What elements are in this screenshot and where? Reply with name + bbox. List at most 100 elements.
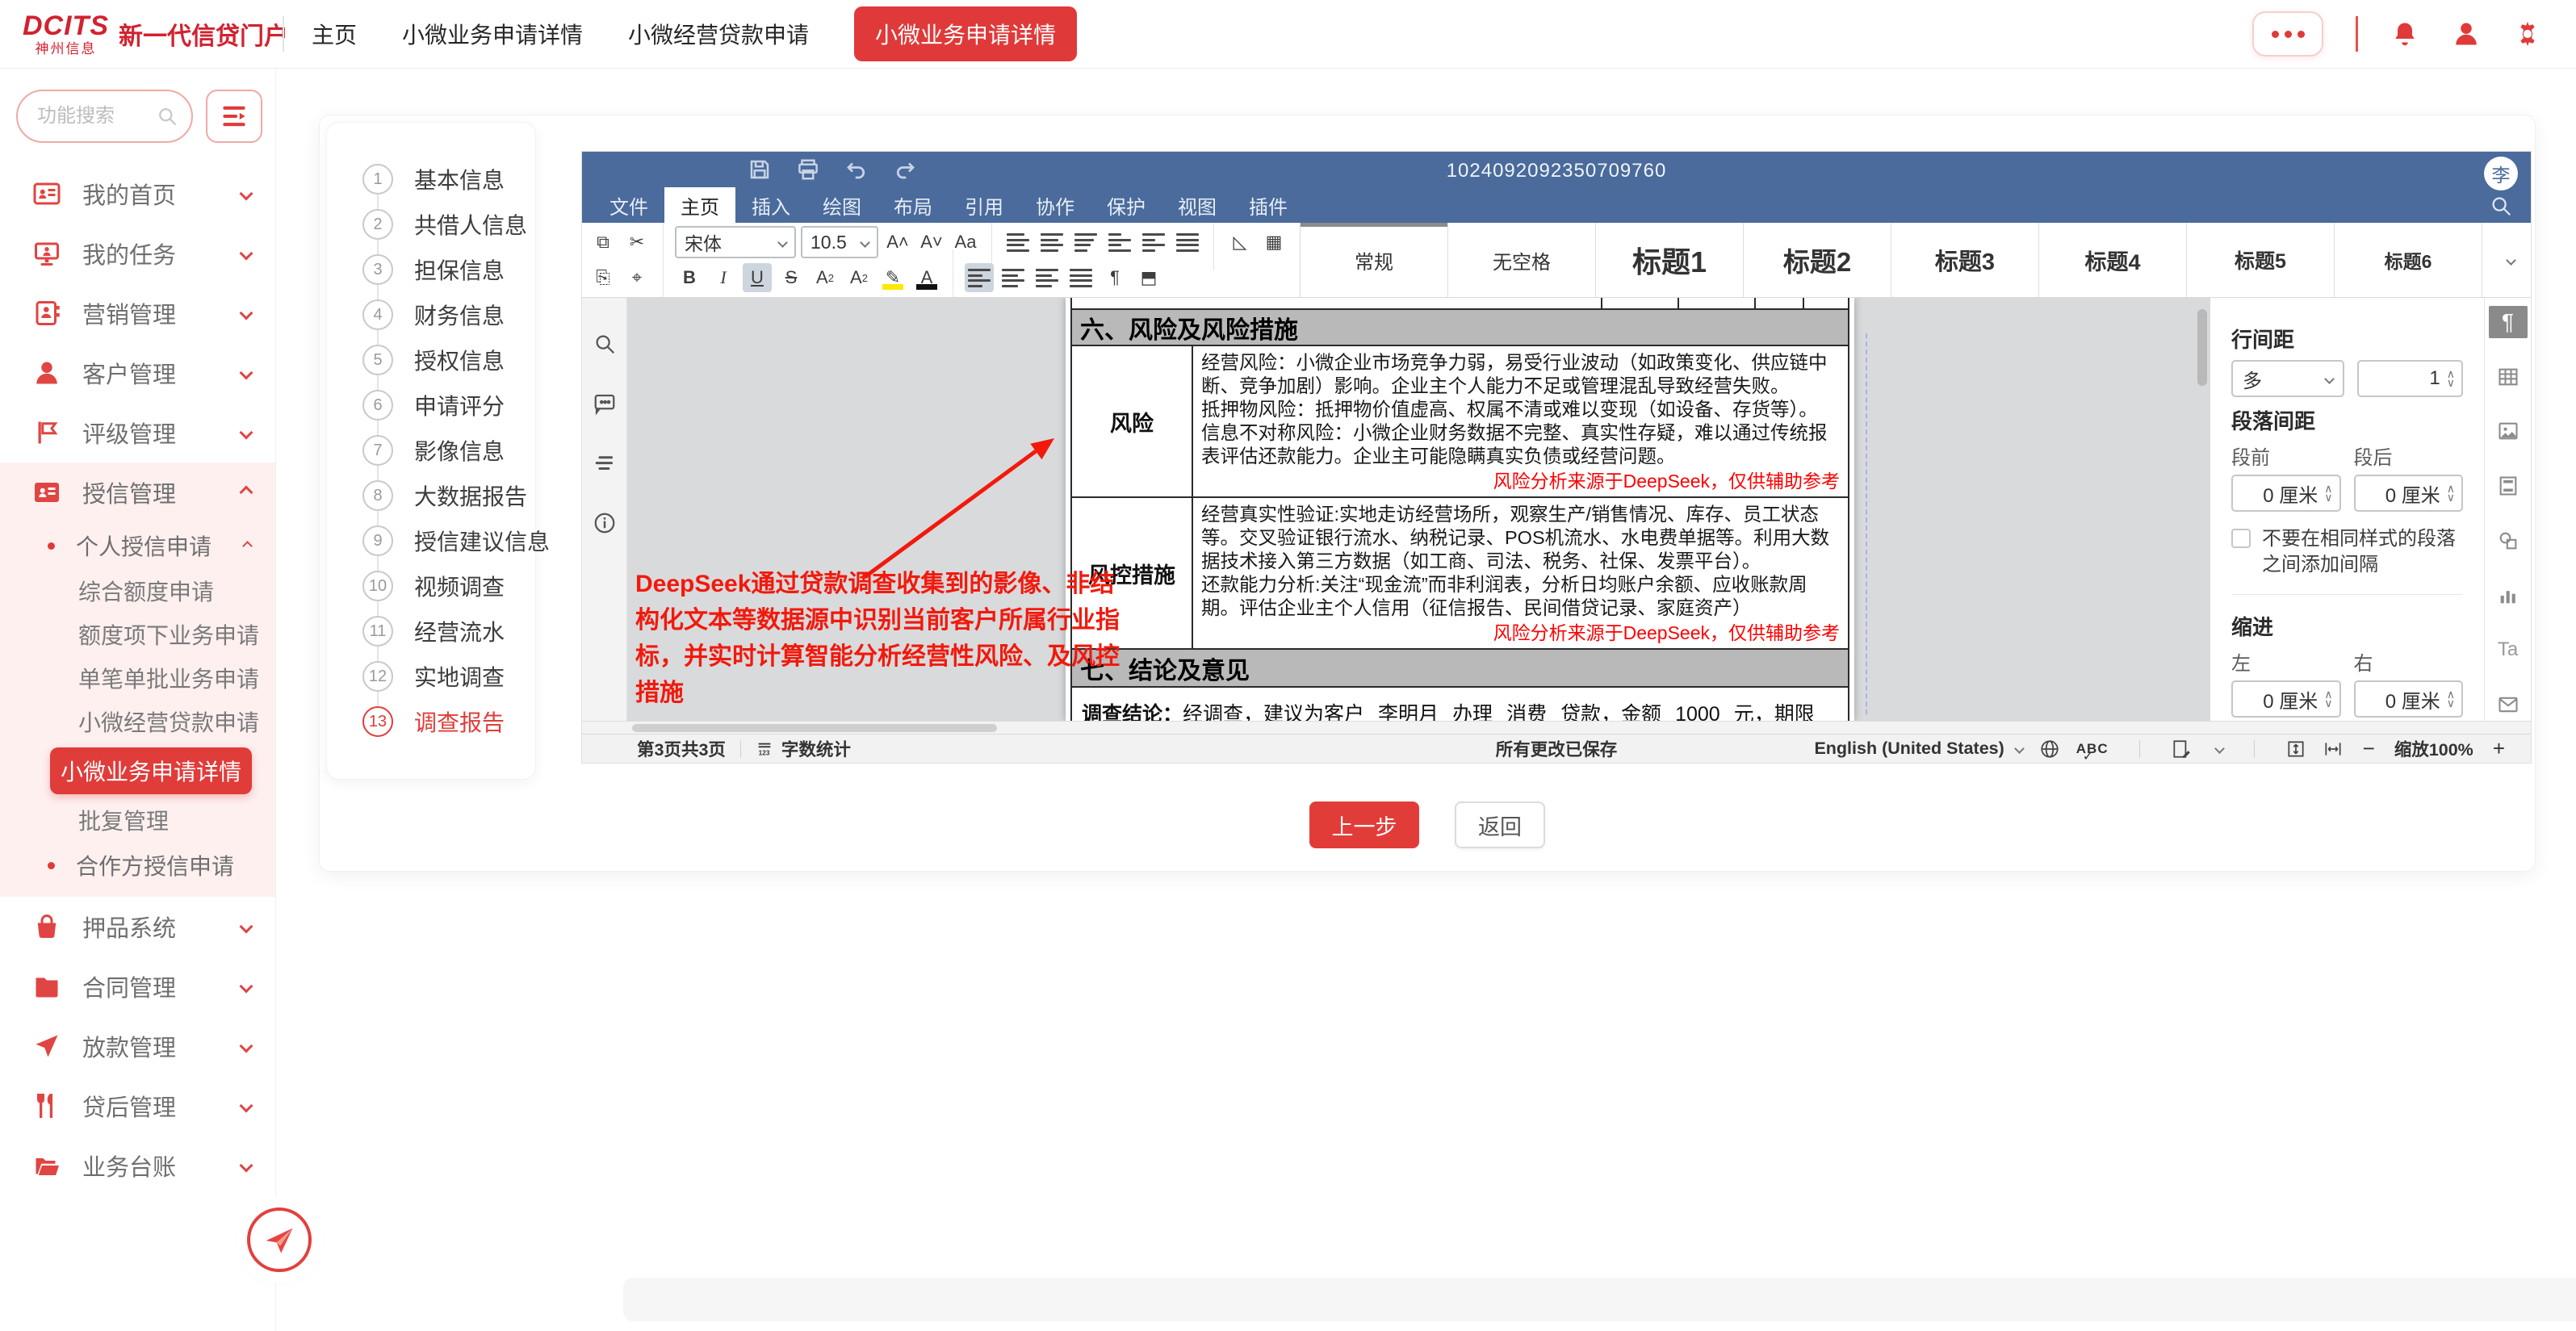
sidebar-item-业务台账[interactable]: 业务台账: [0, 1136, 275, 1195]
sidebar-item-客户管理[interactable]: 客户管理: [0, 343, 275, 403]
numbered-list-icon[interactable]: [1037, 228, 1066, 257]
step-2[interactable]: 2共借人信息: [362, 202, 535, 247]
top-tab-2[interactable]: 小微经营贷款申请: [628, 18, 809, 50]
step-7[interactable]: 7影像信息: [362, 428, 535, 473]
step-3[interactable]: 3担保信息: [362, 247, 535, 292]
comments-icon[interactable]: [593, 391, 617, 416]
editor-tab-保护[interactable]: 保护: [1091, 187, 1162, 223]
style-标题2[interactable]: 标题2: [1744, 223, 1891, 297]
multilevel-list-icon[interactable]: [1071, 228, 1100, 257]
step-8[interactable]: 8大数据报告: [362, 473, 535, 518]
step-13[interactable]: 13调查报告: [362, 699, 535, 744]
sidebar-item-贷后管理[interactable]: 贷后管理: [0, 1076, 275, 1136]
editor-tab-视图[interactable]: 视图: [1162, 187, 1233, 223]
image-panel-tab[interactable]: [2489, 416, 2528, 448]
table-panel-tab[interactable]: [2489, 361, 2528, 393]
line-spacing-icon[interactable]: [1173, 228, 1202, 257]
print-icon[interactable]: [796, 157, 820, 182]
bold-icon[interactable]: B: [675, 263, 704, 292]
editor-tab-插入[interactable]: 插入: [735, 187, 806, 223]
step-12[interactable]: 12实地调查: [362, 654, 535, 699]
step-6[interactable]: 6申请评分: [362, 383, 535, 428]
subscript-icon[interactable]: A2: [844, 263, 873, 292]
horizontal-scrollbar[interactable]: [582, 721, 2531, 734]
back-button[interactable]: 返回: [1455, 802, 1545, 848]
step-1[interactable]: 1基本信息: [362, 157, 535, 202]
style-标题4[interactable]: 标题4: [2039, 223, 2187, 297]
editor-search-icon[interactable]: [2489, 194, 2513, 218]
change-case-icon[interactable]: Aa: [951, 228, 980, 257]
decrease-indent-icon[interactable]: [1105, 228, 1134, 257]
zoom-out-button[interactable]: −: [2360, 736, 2378, 761]
font-color-icon[interactable]: A: [912, 263, 941, 292]
bullet-list-icon[interactable]: [1003, 228, 1032, 257]
spellcheck-icon[interactable]: ABC: [2076, 741, 2109, 757]
fit-page-icon[interactable]: [2285, 739, 2306, 760]
zoom-in-button[interactable]: +: [2490, 736, 2508, 761]
editor-tab-协作[interactable]: 协作: [1020, 187, 1091, 223]
align-center-icon[interactable]: [999, 263, 1028, 292]
editor-tab-引用[interactable]: 引用: [949, 187, 1020, 223]
sidebar-leaf-额度项下业务申请[interactable]: 额度项下业务申请: [0, 613, 275, 656]
select-icon[interactable]: ⌖: [622, 263, 651, 292]
step-11[interactable]: 11经营流水: [362, 609, 535, 654]
strikethrough-icon[interactable]: S: [777, 263, 806, 292]
sidebar-subitem-个人授信申请[interactable]: 个人授信申请: [0, 522, 275, 569]
sidebar-item-授信管理[interactable]: 授信管理: [0, 463, 275, 522]
save-icon[interactable]: [748, 157, 772, 182]
edit-mode-icon[interactable]: [2171, 739, 2192, 760]
sidebar-item-押品系统[interactable]: 押品系统: [0, 897, 275, 956]
vertical-scrollbar[interactable]: [2197, 303, 2207, 713]
editor-avatar[interactable]: 李: [2484, 157, 2518, 190]
editor-tab-绘图[interactable]: 绘图: [806, 187, 878, 223]
superscript-icon[interactable]: A2: [810, 263, 840, 292]
sidebar-item-我的任务[interactable]: 我的任务: [0, 224, 275, 283]
top-tab-0[interactable]: 主页: [312, 18, 357, 50]
align-right-icon[interactable]: [1032, 263, 1062, 292]
sidebar-leaf-综合额度申请[interactable]: 综合额度申请: [0, 569, 275, 613]
line-spacing-select[interactable]: 多: [2231, 360, 2344, 397]
line-spacing-value[interactable]: 1∧∨: [2357, 360, 2464, 397]
settings-gear-icon[interactable]: [2513, 19, 2542, 48]
sidebar-leaf-小微业务申请详情[interactable]: 小微业务申请详情: [50, 747, 252, 794]
style-无空格[interactable]: 无空格: [1448, 223, 1596, 297]
more-actions-button[interactable]: [2252, 11, 2323, 57]
menu-collapse-button[interactable]: [206, 90, 262, 143]
shapes-panel-tab[interactable]: [2489, 525, 2528, 557]
clear-format-icon[interactable]: ◺: [1225, 228, 1254, 257]
sidebar-subitem-合作方授信申请[interactable]: 合作方授信申请: [0, 842, 275, 889]
style-标题5[interactable]: 标题5: [2187, 223, 2335, 297]
editor-tab-布局[interactable]: 布局: [878, 187, 949, 223]
redo-icon[interactable]: [893, 157, 917, 182]
outline-icon[interactable]: [593, 451, 617, 475]
editor-tab-主页[interactable]: 主页: [664, 187, 735, 223]
spacing-after-input[interactable]: 0 厘米∧∨: [2354, 475, 2464, 512]
cut-icon[interactable]: ✂: [622, 228, 651, 257]
word-count-button[interactable]: 123 字数统计: [756, 736, 851, 761]
increase-font-icon[interactable]: A˄: [883, 228, 912, 257]
italic-icon[interactable]: I: [709, 263, 738, 292]
sidebar-leaf-小微经营贷款申请[interactable]: 小微经营贷款申请: [0, 700, 275, 743]
style-gallery-more[interactable]: [2482, 223, 2531, 297]
indent-right-input[interactable]: 0 厘米∧∨: [2354, 680, 2464, 718]
step-5[interactable]: 5授权信息: [362, 337, 535, 383]
style-标题1[interactable]: 标题1: [1596, 223, 1744, 297]
find-icon[interactable]: [593, 332, 617, 356]
paragraph-panel-tab[interactable]: ¶: [2489, 306, 2528, 338]
font-size-select[interactable]: 10.5: [801, 226, 878, 258]
undo-icon[interactable]: [844, 157, 869, 182]
align-left-icon[interactable]: [965, 263, 994, 292]
style-标题3[interactable]: 标题3: [1891, 223, 2039, 297]
sidebar-item-评级管理[interactable]: 评级管理: [0, 403, 275, 463]
info-icon[interactable]: [593, 511, 617, 535]
sidebar-leaf-批复管理[interactable]: 批复管理: [0, 798, 275, 842]
justify-icon[interactable]: [1066, 263, 1095, 292]
mail-merge-panel-tab[interactable]: [2489, 689, 2528, 721]
editor-tab-插件[interactable]: 插件: [1233, 187, 1304, 223]
copy-icon[interactable]: ⧉: [589, 228, 618, 257]
header-footer-panel-tab[interactable]: [2489, 470, 2528, 502]
same-style-checkbox[interactable]: 不要在相同样式的段落之间添加间隔: [2231, 526, 2463, 578]
style-标题6[interactable]: 标题6: [2335, 223, 2482, 297]
user-profile-icon[interactable]: [2452, 19, 2481, 48]
floating-send-button[interactable]: [247, 1208, 312, 1272]
